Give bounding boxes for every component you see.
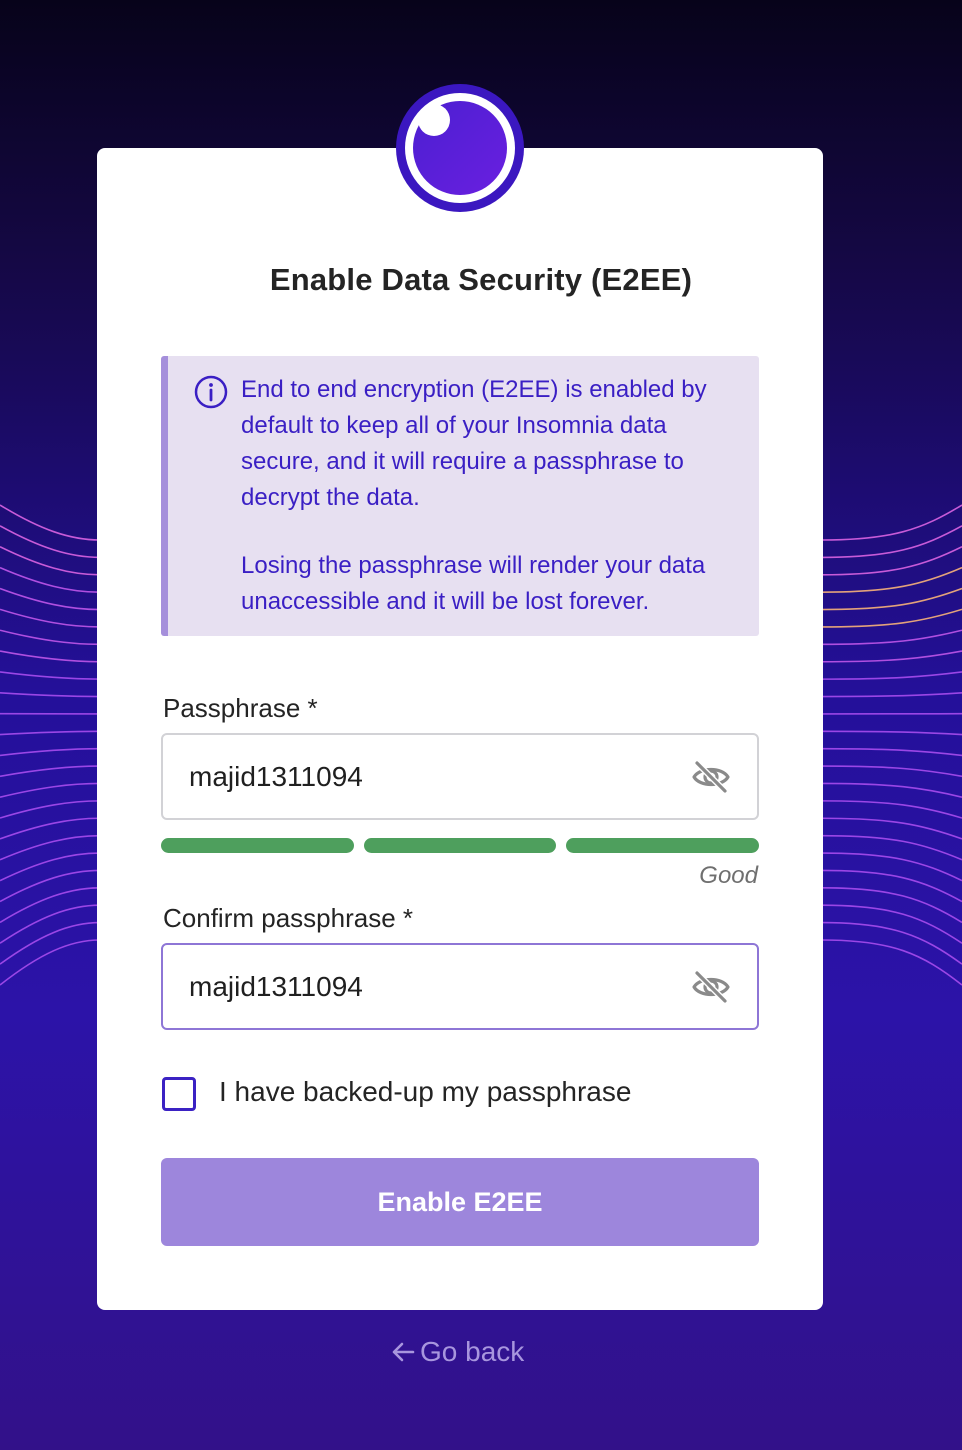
wave-line — [821, 671, 962, 680]
wave-line — [0, 747, 101, 757]
wave-line — [0, 730, 101, 736]
go-back-label: Go back — [420, 1336, 525, 1367]
passphrase-field — [161, 733, 759, 820]
wave-line — [0, 921, 101, 965]
wave-line — [0, 671, 101, 680]
confirm-passphrase-label: Confirm passphrase * — [163, 903, 413, 933]
info-paragraph-2: Losing the passphrase will render your d… — [241, 552, 706, 615]
wave-line — [821, 782, 962, 798]
wave-line — [821, 747, 962, 757]
confirm-passphrase-field — [161, 943, 759, 1030]
wave-line — [821, 650, 962, 663]
enable-e2ee-button[interactable]: Enable E2EE — [161, 1158, 759, 1246]
strength-segment-1 — [161, 838, 354, 853]
strength-label: Good — [699, 862, 758, 889]
backup-checkbox[interactable] — [162, 1077, 196, 1111]
info-paragraph-1: End to end encryption (E2EE) is enabled … — [241, 376, 707, 511]
wave-line — [821, 921, 962, 965]
wave-line — [0, 566, 101, 593]
passphrase-label: Passphrase * — [163, 693, 318, 723]
wave-line — [0, 546, 101, 576]
wave-line — [821, 765, 962, 778]
wave-line — [821, 546, 962, 576]
wave-line — [821, 504, 962, 541]
info-text: End to end encryption (E2EE) is enabled … — [241, 372, 741, 620]
e2ee-card — [97, 148, 823, 1310]
wave-line — [821, 852, 962, 882]
wave-line — [821, 566, 962, 593]
wave-line — [0, 504, 101, 541]
wave-line — [0, 608, 101, 628]
strength-segment-3 — [566, 838, 759, 853]
wave-line — [821, 834, 962, 861]
wave-line — [0, 939, 101, 986]
wave-line — [821, 869, 962, 903]
backup-checkbox-label[interactable]: I have backed-up my passphrase — [219, 1076, 631, 1108]
arrow-left-icon — [392, 1342, 415, 1362]
wave-line — [821, 608, 962, 628]
wave-line — [821, 692, 962, 698]
insomnia-logo — [396, 84, 524, 212]
page-title: Enable Data Security (E2EE) — [269, 262, 693, 297]
wave-line — [0, 650, 101, 663]
go-back-link[interactable]: Go back — [390, 1332, 524, 1372]
wave-line — [0, 629, 101, 646]
wave-line — [0, 852, 101, 882]
confirm-passphrase-input[interactable] — [189, 945, 669, 1028]
info-callout: End to end encryption (E2EE) is enabled … — [161, 356, 759, 636]
eye-slash-icon[interactable] — [691, 967, 731, 1007]
wave-line — [821, 525, 962, 559]
wave-line — [0, 834, 101, 861]
wave-line — [0, 692, 101, 698]
strength-segment-2 — [364, 838, 556, 853]
wave-line — [821, 939, 962, 986]
passphrase-input[interactable] — [189, 735, 669, 818]
eye-slash-icon[interactable] — [691, 757, 731, 797]
wave-line — [0, 765, 101, 778]
wave-line — [0, 800, 101, 819]
info-circle-icon — [194, 375, 228, 409]
wave-line — [821, 800, 962, 819]
wave-line — [821, 629, 962, 646]
wave-line — [0, 782, 101, 798]
wave-line — [821, 730, 962, 736]
